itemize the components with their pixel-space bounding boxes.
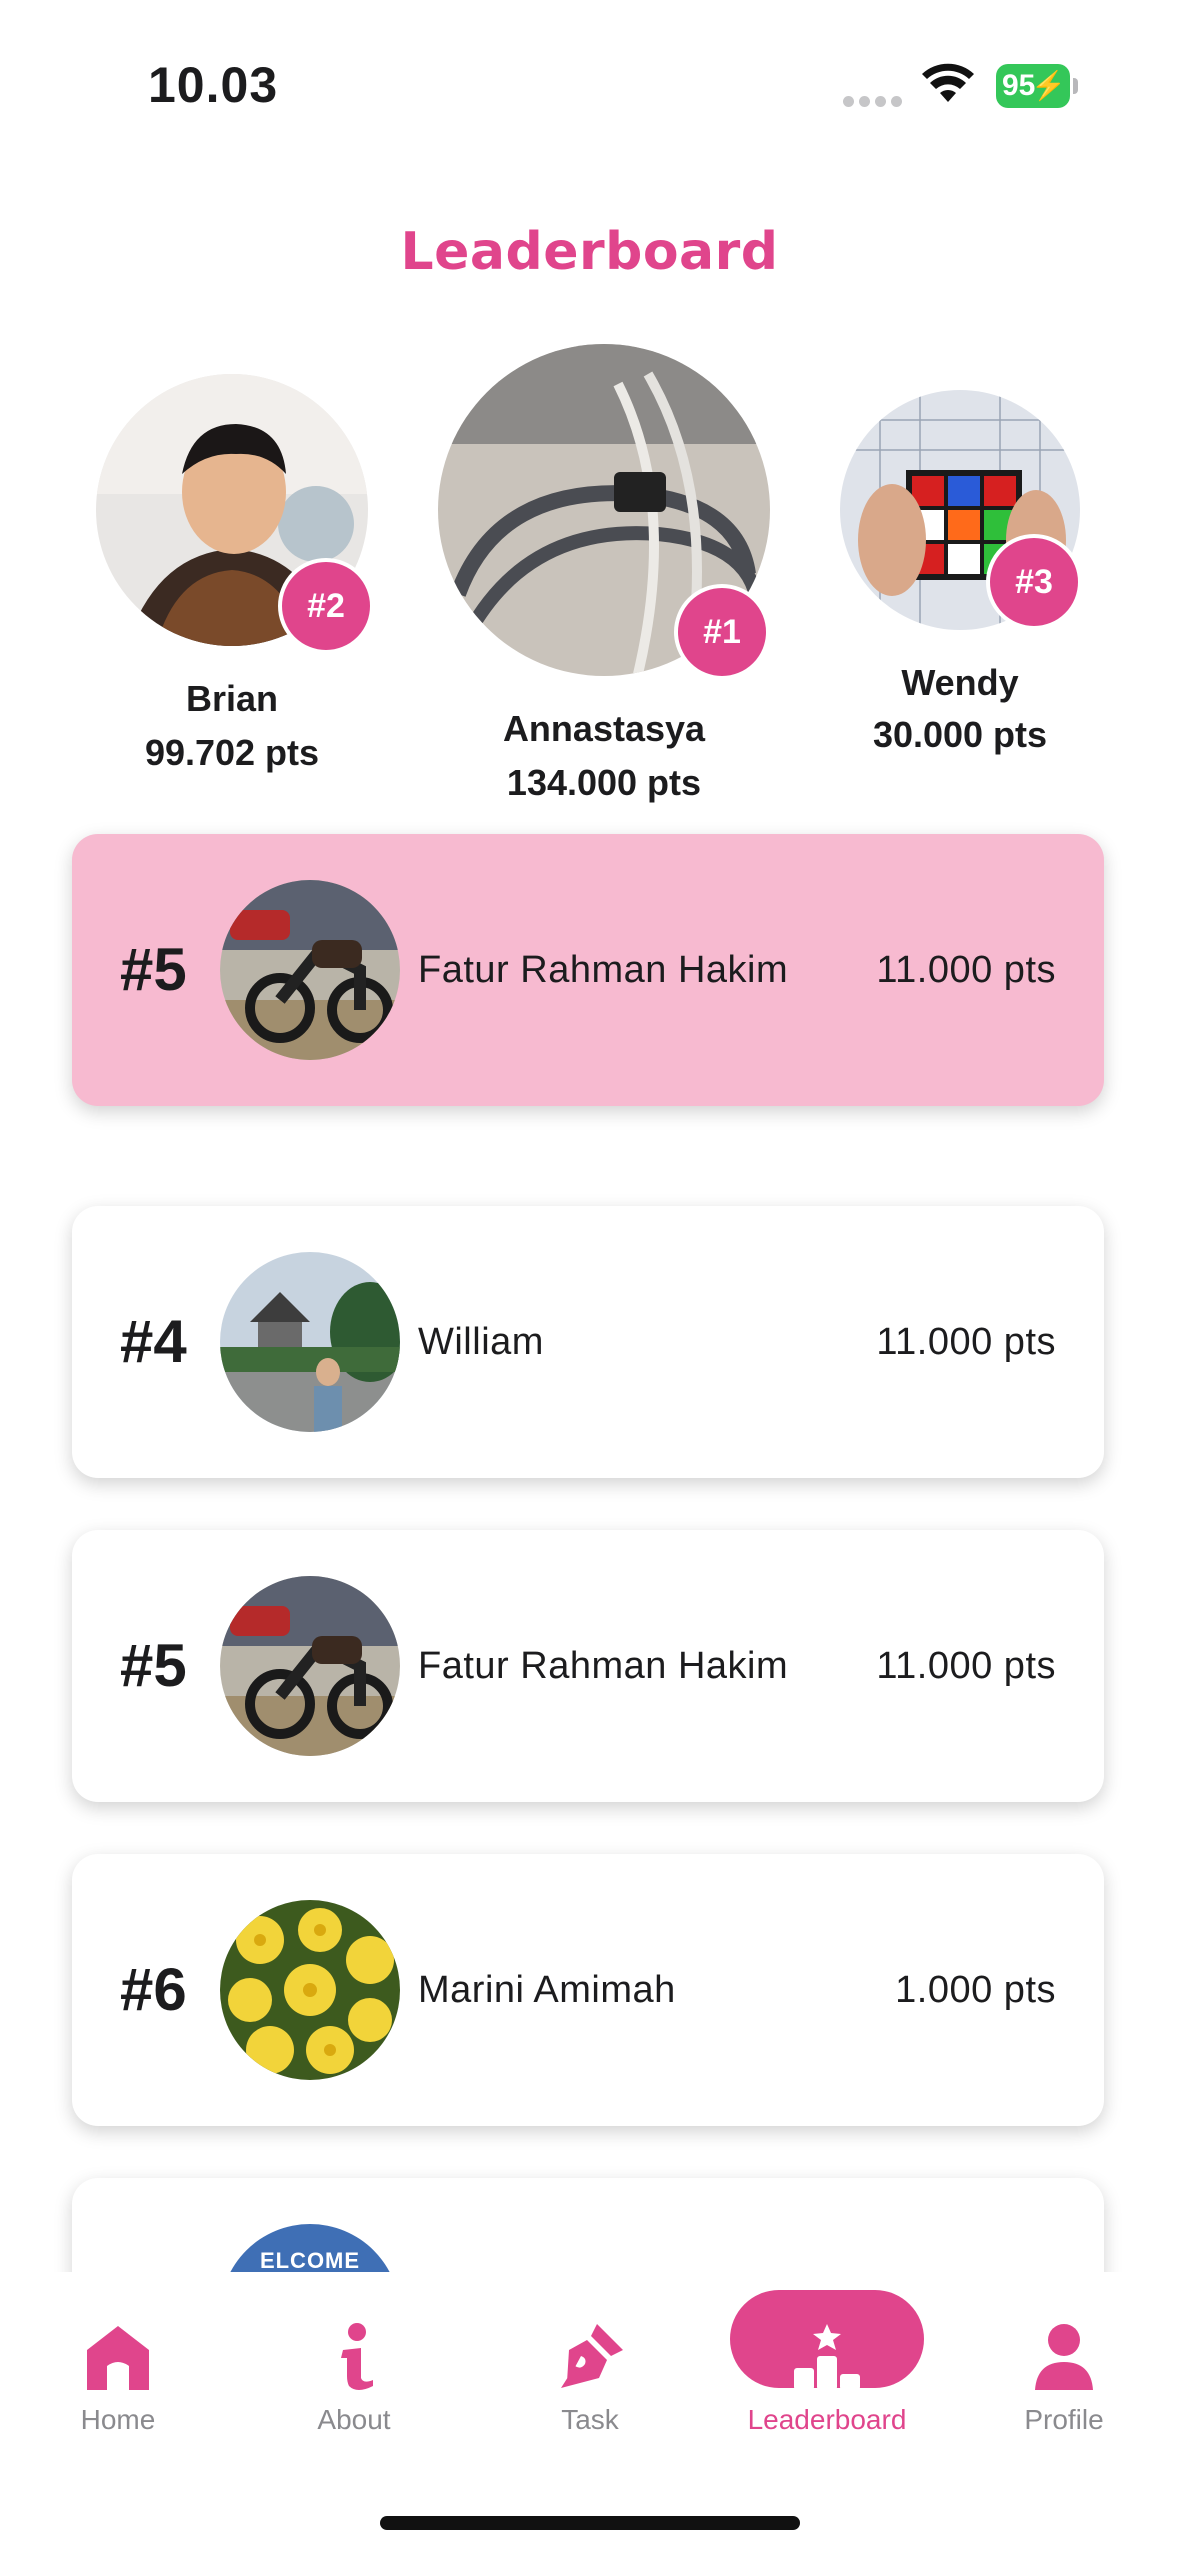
card-name: Fatur Rahman Hakim bbox=[418, 1645, 789, 1687]
podium-points-3: 30.000 pts bbox=[872, 714, 1048, 755]
nav-label: Profile bbox=[1024, 2404, 1104, 2435]
nav-label: Task bbox=[561, 2404, 619, 2435]
page-title: Leaderboard bbox=[400, 222, 779, 282]
card-rank: #5 bbox=[120, 1632, 187, 1699]
podium-name-1: Annastasya bbox=[502, 708, 706, 749]
wifi-icon bbox=[922, 63, 974, 102]
card-avatar bbox=[220, 880, 400, 1060]
battery-icon: 95 ⚡ bbox=[996, 64, 1078, 108]
nav-label: Home bbox=[80, 2404, 156, 2435]
rank-badge-3: #3 bbox=[986, 534, 1082, 630]
card-avatar bbox=[220, 1252, 400, 1432]
card-rank: #4 bbox=[120, 1308, 187, 1375]
nav-label: About bbox=[317, 2404, 391, 2435]
nav-task[interactable]: Task bbox=[490, 2272, 690, 2472]
card-name: William bbox=[418, 1321, 544, 1363]
card-points: 11.000 pts bbox=[876, 949, 1056, 991]
status-bar: 10.03 95 ⚡ bbox=[0, 0, 1179, 150]
status-time: 10.03 bbox=[148, 57, 279, 113]
podium-points-2: 99.702 pts bbox=[144, 732, 320, 773]
cellular-signal-icon bbox=[843, 96, 903, 108]
nav-home[interactable]: Home bbox=[18, 2272, 218, 2472]
card-name: Marini Amimah bbox=[418, 1969, 676, 2011]
nav-about[interactable]: About bbox=[254, 2272, 454, 2472]
card-points: 1.000 pts bbox=[895, 1969, 1056, 2011]
avatar-text: ELCOME bbox=[259, 2248, 361, 2273]
rank-badge-1: #1 bbox=[674, 584, 770, 680]
leaderboard-row[interactable]: #4 William 11.000 pts bbox=[72, 1206, 1104, 1478]
nav-profile[interactable]: Profile bbox=[964, 2272, 1164, 2472]
current-user-card[interactable]: #5 Fatur Rahman Hakim 11.000 pts bbox=[72, 834, 1104, 1106]
leaderboard-row[interactable]: #6 Marini Amimah 1.000 pts bbox=[72, 1854, 1104, 2126]
card-avatar bbox=[220, 1900, 400, 2080]
card-points: 11.000 pts bbox=[876, 1321, 1056, 1363]
podium-icon bbox=[782, 2312, 872, 2402]
leaderboard-row[interactable]: #5 Fatur Rahman Hakim 11.000 pts bbox=[72, 1530, 1104, 1802]
person-icon bbox=[1019, 2312, 1109, 2402]
rank-badge-2: #2 bbox=[278, 558, 374, 654]
card-rank: #5 bbox=[120, 936, 187, 1003]
podium-name-3: Wendy bbox=[901, 662, 1019, 703]
home-icon bbox=[73, 2312, 163, 2402]
home-indicator bbox=[380, 2516, 800, 2530]
pen-icon bbox=[545, 2312, 635, 2402]
card-avatar bbox=[220, 1576, 400, 1756]
info-icon bbox=[309, 2312, 399, 2402]
nav-leaderboard[interactable]: Leaderboard bbox=[727, 2272, 927, 2472]
podium-points-1: 134.000 pts bbox=[506, 762, 702, 803]
card-rank: #6 bbox=[120, 1956, 187, 2023]
card-name: Fatur Rahman Hakim bbox=[418, 949, 789, 991]
card-points: 11.000 pts bbox=[876, 1645, 1056, 1687]
podium-name-2: Brian bbox=[185, 678, 279, 719]
bottom-nav: Home About Task Leaderboard Profile bbox=[0, 2272, 1179, 2556]
nav-label: Leaderboard bbox=[747, 2404, 907, 2435]
